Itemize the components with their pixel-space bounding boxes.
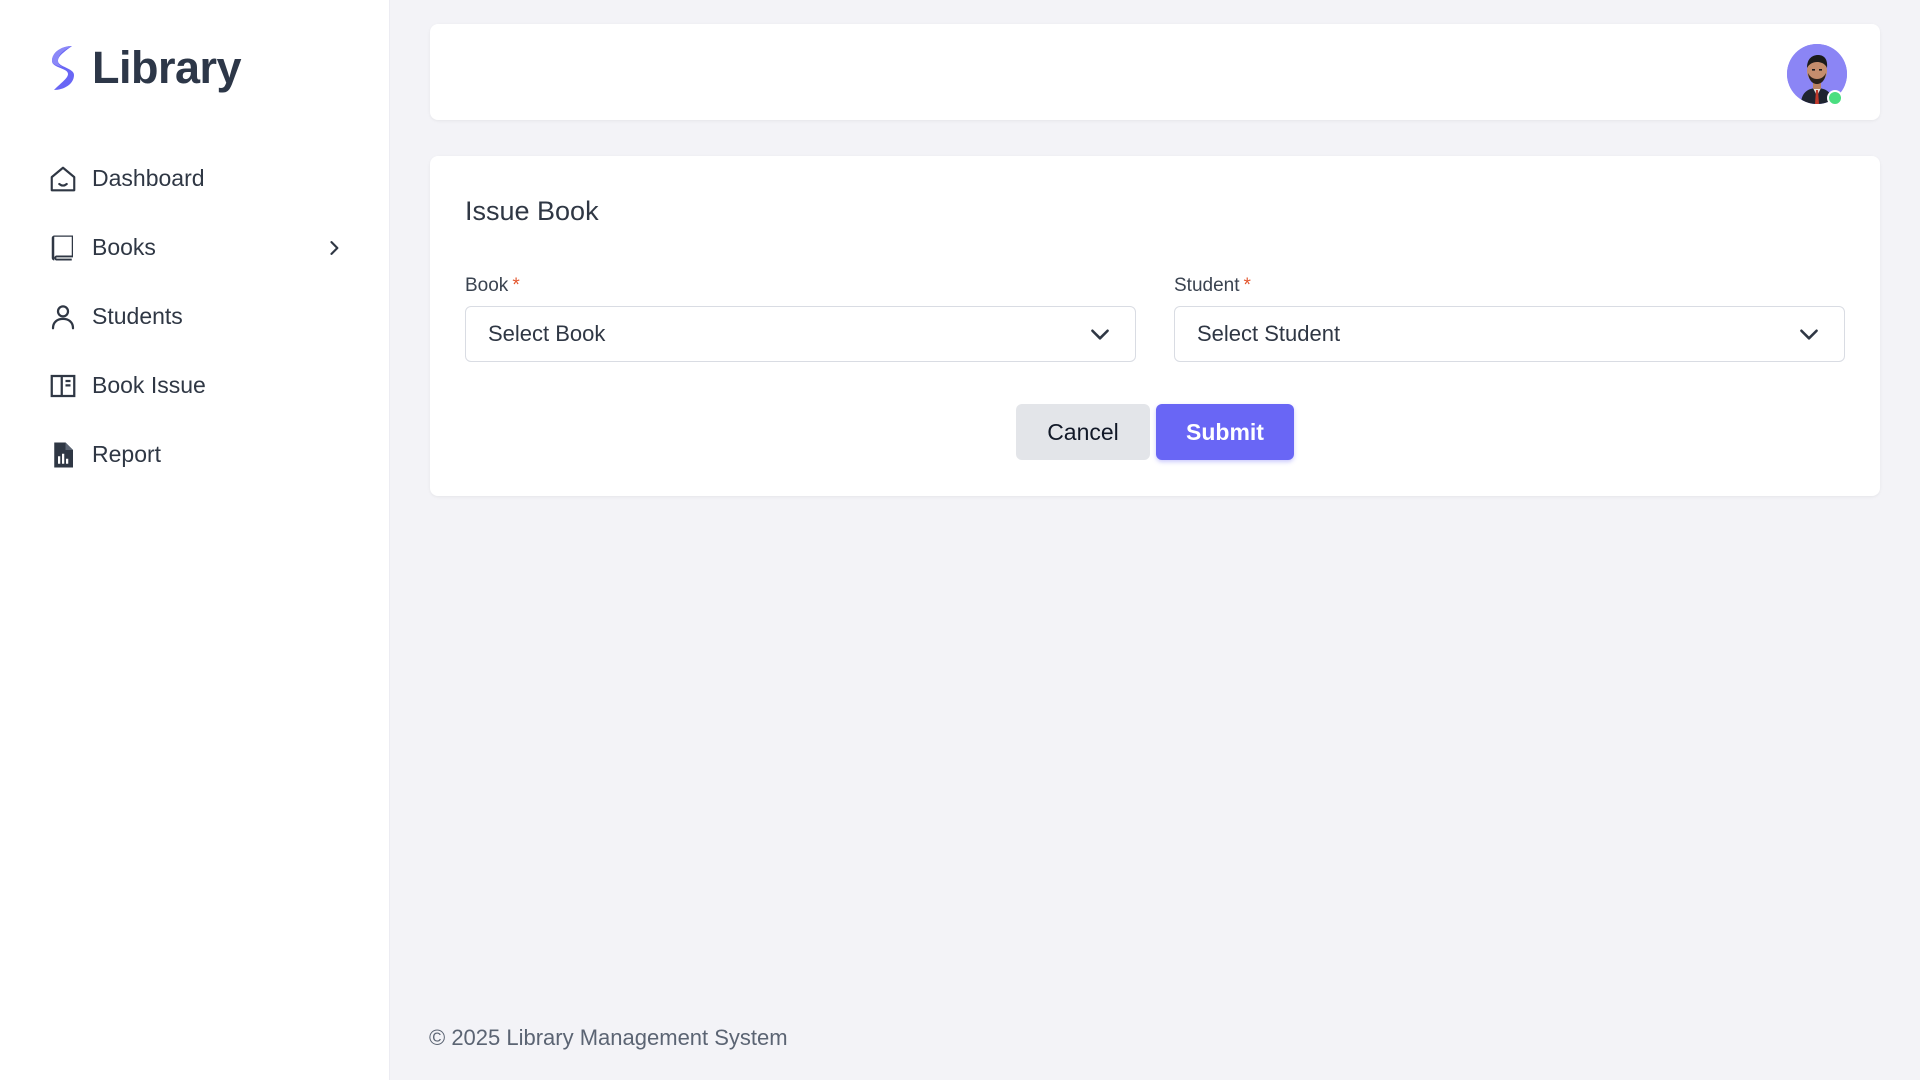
- sidebar-item-label: Book Issue: [92, 372, 206, 398]
- student-field: Student * Select Student: [1174, 274, 1845, 362]
- app-root: Library Dashboard Books Students Book Is…: [0, 0, 1920, 1080]
- student-select-value: Select Student: [1197, 321, 1341, 346]
- user-icon: [46, 300, 80, 334]
- form-actions: Cancel Submit: [1016, 404, 1294, 460]
- sidebar-item-books[interactable]: Books: [46, 213, 346, 282]
- submit-button[interactable]: Submit: [1156, 404, 1294, 460]
- sidebar-nav: Dashboard Books Students Book Issue Repo…: [46, 144, 346, 489]
- book-icon: [46, 231, 80, 265]
- home-icon: [46, 162, 80, 196]
- sidebar-item-book-issue[interactable]: Book Issue: [46, 351, 346, 420]
- book-select[interactable]: Select Book: [465, 306, 1136, 362]
- chevron-down-icon: [1087, 321, 1113, 347]
- sidebar-item-label: Dashboard: [92, 165, 205, 191]
- sidebar-item-report[interactable]: Report: [46, 420, 346, 489]
- sidebar: Library Dashboard Books Students Book Is…: [0, 0, 390, 1080]
- required-mark: *: [512, 275, 520, 296]
- top-header: [430, 24, 1880, 120]
- footer-copyright: © 2025 Library Management System: [429, 1025, 788, 1050]
- required-mark: *: [1243, 275, 1251, 296]
- book-label-text: Book: [465, 275, 509, 296]
- sidebar-item-students[interactable]: Students: [46, 282, 346, 351]
- book-select-value: Select Book: [488, 321, 606, 346]
- issue-book-card: Issue Book Book * Select Book Student * Se…: [430, 156, 1880, 496]
- chevron-right-icon[interactable]: [322, 236, 346, 260]
- sidebar-item-label: Report: [92, 441, 162, 467]
- book-field-label: Book *: [465, 274, 1136, 298]
- chevron-down-icon: [1796, 321, 1822, 347]
- student-label-text: Student: [1174, 275, 1240, 296]
- brand-name: Library: [92, 42, 242, 93]
- sidebar-item-dashboard[interactable]: Dashboard: [46, 144, 346, 213]
- student-select[interactable]: Select Student: [1174, 306, 1845, 362]
- cancel-button[interactable]: Cancel: [1016, 404, 1150, 460]
- book-field: Book * Select Book: [465, 274, 1136, 362]
- brand[interactable]: Library: [46, 40, 242, 96]
- student-field-label: Student *: [1174, 274, 1845, 298]
- sidebar-item-label: Students: [92, 303, 183, 329]
- page-title: Issue Book: [465, 196, 599, 226]
- book-open-icon: [46, 369, 80, 403]
- brand-s-icon: [46, 44, 80, 92]
- report-icon: [46, 438, 80, 472]
- sidebar-item-label: Books: [92, 234, 156, 260]
- online-status-badge: [1827, 90, 1843, 106]
